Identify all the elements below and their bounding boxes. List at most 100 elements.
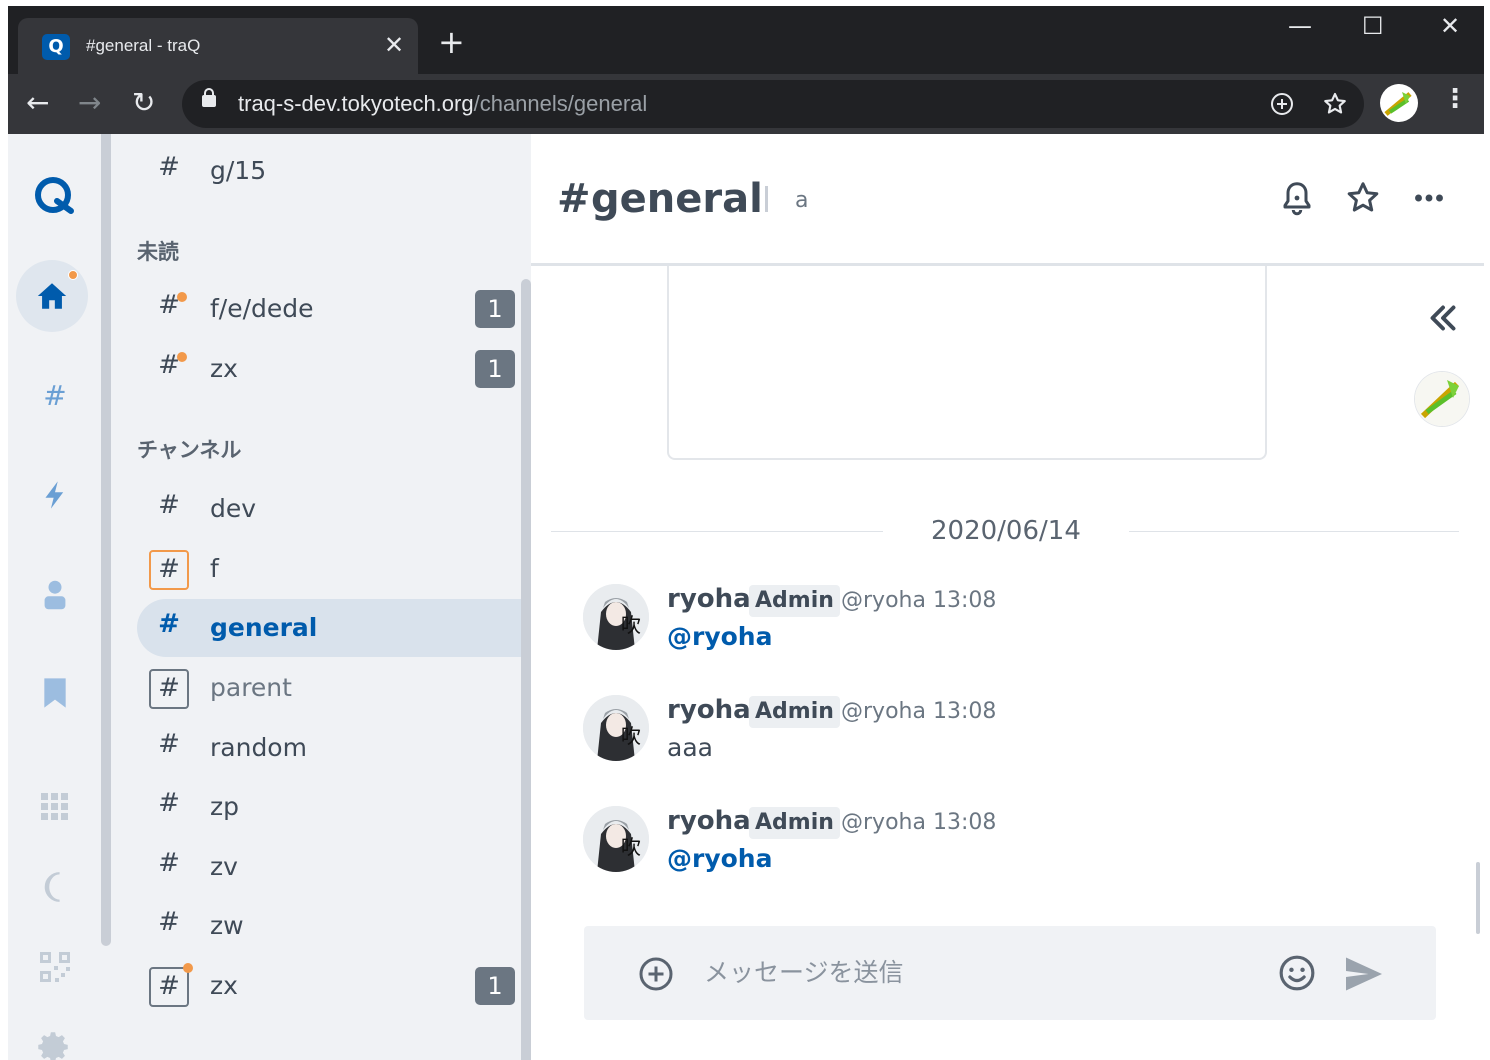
sidebar-item-random[interactable]: # random [137, 719, 521, 777]
star-icon[interactable] [1345, 180, 1381, 216]
bookmark-star-icon[interactable] [1322, 91, 1348, 117]
viewer-avatar-image-icon [1415, 372, 1469, 426]
hash-glyph: # [158, 971, 180, 1001]
channel-name: zv [210, 852, 238, 881]
sidebar-item-zx-unread[interactable]: # zx 1 [137, 340, 521, 398]
apps-grid-icon [41, 793, 68, 820]
main-panel: # general a 2020/06/14 吹 ryoha Admin @ry… [531, 134, 1484, 1060]
date-divider-line [1129, 531, 1459, 532]
avatar-image-icon: 吹 [583, 695, 649, 761]
channel-list-scrollbar[interactable] [521, 279, 531, 1060]
settings-nav-button[interactable] [24, 1020, 86, 1060]
clips-nav-button[interactable] [24, 662, 86, 724]
home-icon [37, 283, 67, 309]
message-author[interactable]: ryoha [667, 584, 751, 614]
channel-topic[interactable]: a [795, 188, 808, 213]
more-options-icon[interactable] [1411, 180, 1447, 216]
forward-button[interactable]: → [78, 88, 101, 118]
unread-dot [177, 292, 187, 302]
url-text[interactable]: traq-s-dev.tokyotech.org/channels/genera… [238, 91, 647, 117]
channel-name: zx [210, 354, 238, 383]
message-input[interactable] [704, 958, 1264, 987]
role-badge: Admin [749, 585, 840, 617]
sidebar-item-general[interactable]: # general [137, 599, 521, 657]
message-time: 13:08 [932, 810, 997, 835]
header-divider [765, 186, 768, 212]
avatar-image-icon: 吹 [583, 584, 649, 650]
sidebar-item-zv[interactable]: # zv [137, 838, 521, 896]
avatar[interactable]: 吹 [583, 806, 649, 872]
url-host: traq-s-dev.tokyotech.org [238, 91, 474, 116]
header-hash: # [557, 176, 591, 222]
profile-avatar[interactable] [1380, 84, 1418, 122]
hash-icon[interactable]: # [149, 669, 189, 709]
hash-icon: # [158, 490, 180, 520]
url-path: /channels/general [473, 91, 648, 116]
traq-favicon-icon: Q [42, 34, 70, 60]
sidebar-item-zw[interactable]: # zw [137, 897, 521, 955]
profile-image-icon [1384, 92, 1412, 116]
sidebar-item-zx[interactable]: # zx 1 [137, 957, 521, 1015]
add-attachment-icon[interactable] [638, 956, 674, 992]
user-handle: @ryoha [841, 699, 926, 724]
hash-icon: # [158, 609, 180, 639]
channels-section-title: チャンネル [137, 438, 242, 462]
theme-toggle-button[interactable] [24, 856, 86, 918]
bell-icon[interactable] [1279, 180, 1315, 216]
address-bar[interactable]: traq-s-dev.tokyotech.org/channels/genera… [182, 80, 1364, 128]
hash-icon: # [158, 729, 180, 759]
users-nav-button[interactable] [24, 564, 86, 626]
hash-icon: # [149, 290, 189, 330]
unread-count-badge: 1 [475, 967, 515, 1005]
message-item[interactable]: 吹 ryoha Admin @ryoha 13:08 @ryoha [583, 584, 1363, 684]
sidebar-item-f[interactable]: # f [137, 540, 521, 598]
home-nav-button[interactable] [16, 260, 88, 332]
user-handle: @ryoha [841, 588, 926, 613]
role-badge: Admin [749, 807, 840, 839]
services-nav-button[interactable] [24, 776, 86, 838]
reload-button[interactable]: ↻ [132, 88, 155, 118]
sidebar-item-zp[interactable]: # zp [137, 778, 521, 836]
browser-tab[interactable]: Q #general - traQ ✕ [18, 18, 418, 74]
role-badge: Admin [749, 696, 840, 728]
lock-icon [202, 88, 216, 107]
install-app-icon[interactable] [1270, 92, 1294, 116]
window-close-button[interactable]: ✕ [1440, 12, 1460, 40]
mention-link[interactable]: @ryoha [667, 844, 772, 873]
new-tab-button[interactable]: + [438, 26, 465, 58]
channel-header: # general a [531, 134, 1484, 266]
unread-dot [183, 963, 193, 973]
browser-menu-icon[interactable]: ⋮ [1442, 84, 1468, 114]
window-maximize-button[interactable]: ☐ [1362, 12, 1384, 40]
avatar[interactable]: 吹 [583, 695, 649, 761]
hash-icon[interactable]: # [149, 963, 193, 1007]
message-item[interactable]: 吹 ryoha Admin @ryoha 13:08 aaa [583, 695, 1363, 795]
tab-close-icon[interactable]: ✕ [384, 31, 404, 59]
emoji-icon[interactable] [1278, 954, 1316, 992]
sidebar-scrollbar[interactable] [101, 134, 111, 946]
send-icon[interactable] [1344, 956, 1384, 992]
message-author[interactable]: ryoha [667, 806, 751, 836]
viewer-avatar[interactable] [1415, 372, 1469, 426]
activity-nav-button[interactable] [24, 464, 86, 526]
avatar[interactable]: 吹 [583, 584, 649, 650]
unread-section-title: 未読 [137, 240, 179, 264]
message-item[interactable]: 吹 ryoha Admin @ryoha 13:08 @ryoha [583, 806, 1363, 906]
double-chevron-left-icon[interactable] [1425, 300, 1461, 336]
back-button[interactable]: ← [26, 88, 49, 118]
message-text: aaa [667, 733, 713, 762]
channels-nav-button[interactable]: # [24, 364, 86, 426]
mention-link[interactable]: @ryoha [667, 622, 772, 651]
qr-code-button[interactable] [24, 936, 86, 998]
person-icon [44, 580, 66, 610]
message-author[interactable]: ryoha [667, 695, 751, 725]
channel-sidebar: # g/15 未読 # f/e/dede 1 # zx 1 チャンネル # de… [101, 134, 531, 1060]
traq-logo-icon[interactable] [24, 166, 86, 228]
sidebar-item-g-15[interactable]: # g/15 [137, 142, 521, 200]
hash-icon[interactable]: # [149, 550, 189, 590]
sidebar-item-parent[interactable]: # parent [137, 659, 521, 717]
window-minimize-button[interactable]: — [1288, 12, 1312, 40]
timeline-scrollbar[interactable] [1476, 862, 1480, 934]
sidebar-item-f-e-dede[interactable]: # f/e/dede 1 [137, 280, 521, 338]
sidebar-item-dev[interactable]: # dev [137, 480, 521, 538]
